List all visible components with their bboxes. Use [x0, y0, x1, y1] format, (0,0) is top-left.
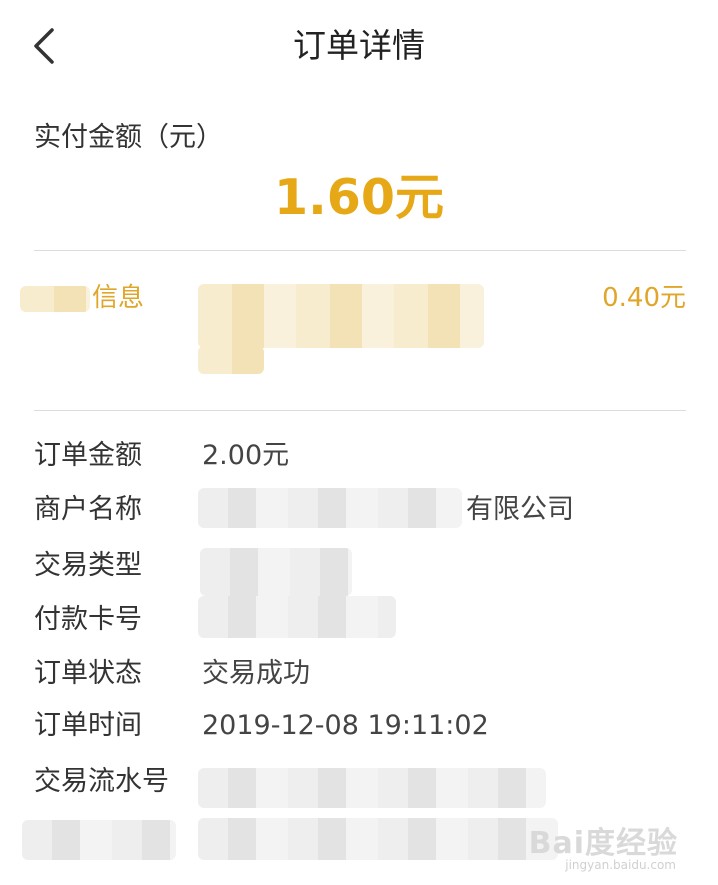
discount-info-label: 信息: [92, 283, 145, 313]
baidu-watermark-url: jingyan.baidu.com: [565, 858, 676, 872]
order-status-label: 订单状态: [34, 658, 142, 689]
redacted-trade-type: [200, 548, 352, 596]
redacted-discount-detail-2: [198, 346, 264, 374]
redacted-discount-detail: [198, 284, 484, 348]
order-amount-value: 2.00元: [202, 440, 290, 471]
discount-value: 0.40元: [602, 283, 686, 313]
serial-number-label: 交易流水号: [34, 766, 169, 797]
baidu-watermark-logo: Bai度经验: [528, 826, 678, 861]
redacted-merchant-name: [198, 488, 462, 528]
order-time-label: 订单时间: [34, 710, 142, 741]
card-number-label: 付款卡号: [34, 604, 142, 635]
paid-amount-label: 实付金额（元）: [34, 122, 223, 153]
order-status-value: 交易成功: [202, 658, 310, 689]
merchant-value-suffix: 有限公司: [466, 494, 574, 525]
paid-amount-value: 1.60元: [274, 169, 444, 226]
trade-type-label: 交易类型: [34, 550, 142, 581]
order-time-value: 2019-12-08 19:11:02: [202, 710, 489, 741]
divider-top: [34, 250, 686, 251]
redacted-card-number: [198, 596, 396, 638]
order-amount-label: 订单金额: [34, 440, 142, 471]
redacted-bottom-label: [22, 820, 176, 860]
redacted-bottom-value: [198, 818, 558, 860]
merchant-label: 商户名称: [34, 494, 142, 525]
divider-middle: [34, 410, 686, 411]
redacted-discount-prefix: [20, 286, 90, 312]
page-title: 订单详情: [293, 26, 425, 65]
redacted-serial-number: [198, 768, 546, 808]
